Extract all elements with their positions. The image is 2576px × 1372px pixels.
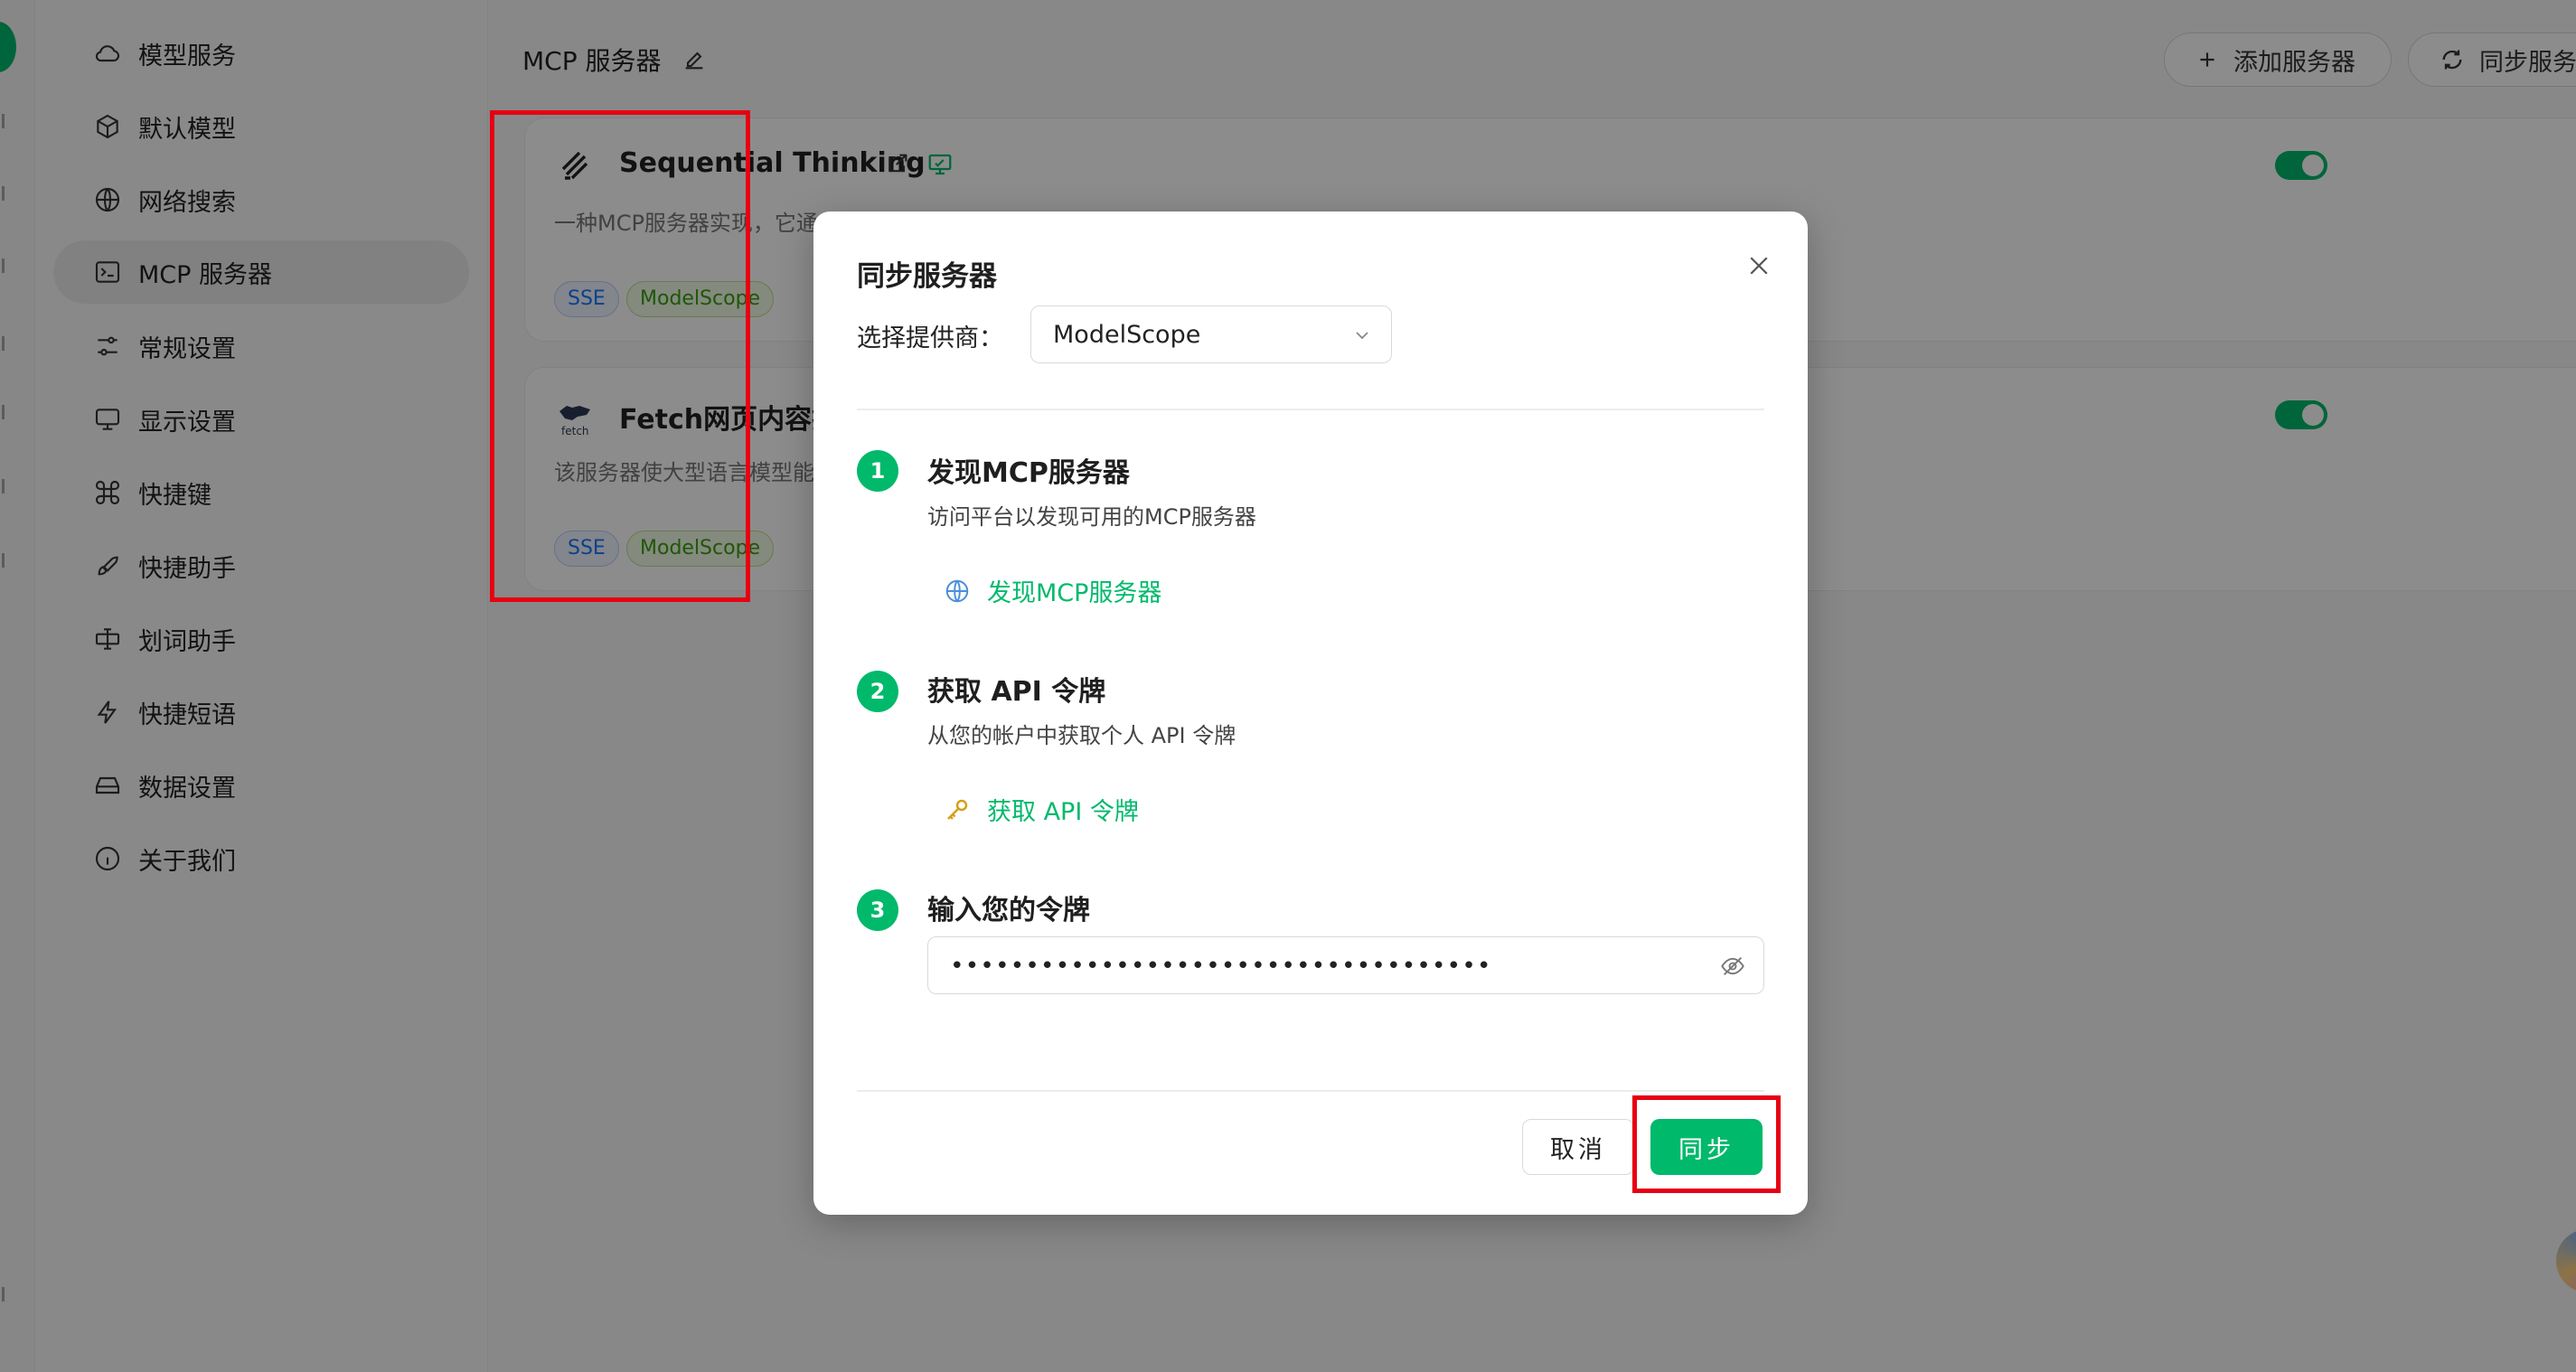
highlight-box (490, 110, 750, 602)
close-icon[interactable] (1741, 248, 1777, 284)
get-api-token-link[interactable]: 获取 API 令牌 (944, 792, 1139, 827)
provider-value: ModelScope (1053, 320, 1201, 349)
highlight-box (1632, 1095, 1781, 1193)
step-title: 输入您的令牌 (927, 895, 1090, 926)
divider (857, 409, 1764, 410)
step-description: 访问平台以发现可用的MCP服务器 (927, 504, 1256, 530)
eye-off-icon[interactable] (1720, 954, 1745, 979)
step-number: 1 (857, 450, 898, 492)
divider (857, 1090, 1764, 1092)
sync-servers-dialog: 同步服务器 选择提供商： ModelScope 1 发现MCP服务器 访问平台以… (813, 211, 1808, 1215)
get-api-token-label: 获取 API 令牌 (987, 798, 1139, 826)
provider-select[interactable]: ModelScope (1030, 305, 1392, 363)
cancel-button[interactable]: 取消 (1522, 1119, 1634, 1175)
chevron-down-icon (1351, 324, 1373, 346)
key-icon (944, 796, 971, 823)
token-input[interactable] (948, 937, 1693, 995)
step-title: 获取 API 令牌 (927, 676, 1106, 708)
step-title: 发现MCP服务器 (927, 457, 1130, 489)
step-number: 3 (857, 889, 898, 931)
provider-label: 选择提供商： (857, 324, 1003, 352)
dialog-title: 同步服务器 (857, 260, 997, 293)
step-description: 从您的帐户中获取个人 API 令牌 (927, 723, 1236, 748)
discover-mcp-link[interactable]: 发现MCP服务器 (944, 573, 1161, 608)
globe-icon (944, 578, 971, 605)
token-field[interactable] (927, 936, 1764, 995)
step-number: 2 (857, 671, 898, 712)
discover-mcp-label: 发现MCP服务器 (987, 579, 1162, 607)
